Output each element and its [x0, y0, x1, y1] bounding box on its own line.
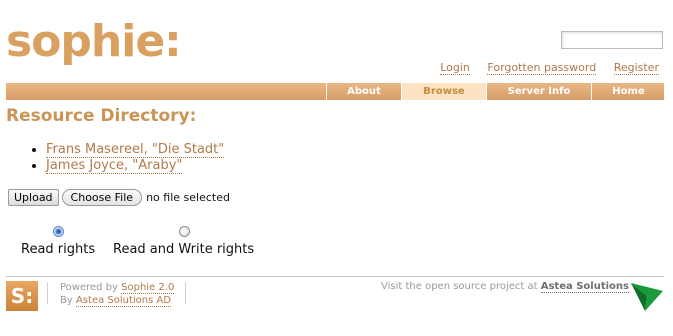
powered-prefix: Powered by [60, 282, 118, 293]
read-write-rights-radio[interactable] [179, 226, 190, 237]
resource-link[interactable]: Frans Masereel, "Die Stadt" [46, 142, 225, 158]
sophie-footer-logo[interactable]: S: [6, 281, 38, 311]
powered-by: Powered by Sophie 2.0 By Astea Solutions… [60, 281, 175, 307]
footer-divider [6, 276, 664, 277]
resource-list: Frans Masereel, "Die Stadt" James Joyce,… [30, 142, 225, 174]
no-file-text: no file selected [146, 191, 230, 204]
tab-server-info[interactable]: Server Info [486, 83, 591, 100]
read-rights-radio[interactable] [53, 226, 64, 237]
list-item: James Joyce, "Araby" [46, 157, 224, 174]
astea-ad-link[interactable]: Astea Solutions AD [75, 295, 172, 307]
register-link[interactable]: Register [613, 61, 659, 75]
read-rights-label: Read rights [21, 242, 96, 257]
sophie-logo[interactable]: sophie: [6, 14, 182, 70]
forgotten-password-link[interactable]: Forgotten password [487, 61, 597, 75]
visit-project: Visit the open source project at Astea S… [381, 281, 629, 293]
footer-separator [185, 282, 186, 304]
resource-link[interactable]: James Joyce, "Araby" [46, 157, 183, 174]
astea-solutions-link[interactable]: Astea Solutions [540, 281, 629, 293]
tab-about[interactable]: About [326, 83, 401, 100]
list-item: Frans Masereel, "Die Stadt" [46, 142, 225, 158]
tab-home[interactable]: Home [591, 83, 665, 100]
by-prefix: By [60, 295, 73, 306]
top-links: Login Forgotten password Register [426, 61, 659, 75]
visit-prefix: Visit the open source project at [381, 281, 538, 292]
footer-separator [47, 282, 48, 304]
sophie-link[interactable]: Sophie 2.0 [121, 282, 175, 294]
read-write-rights-label: Read and Write rights [113, 242, 255, 257]
astea-arrow-icon[interactable] [630, 281, 664, 313]
tab-browse[interactable]: Browse [401, 83, 486, 100]
login-link[interactable]: Login [440, 61, 470, 75]
search-input[interactable] [561, 31, 663, 49]
choose-file-button[interactable]: Choose File [61, 189, 143, 206]
upload-button[interactable]: Upload [8, 189, 59, 206]
page-title: Resource Directory: [6, 106, 197, 126]
upload-row: Upload Choose File no file selected [8, 189, 230, 206]
main-nav: About Browse Server Info Home [6, 83, 664, 100]
